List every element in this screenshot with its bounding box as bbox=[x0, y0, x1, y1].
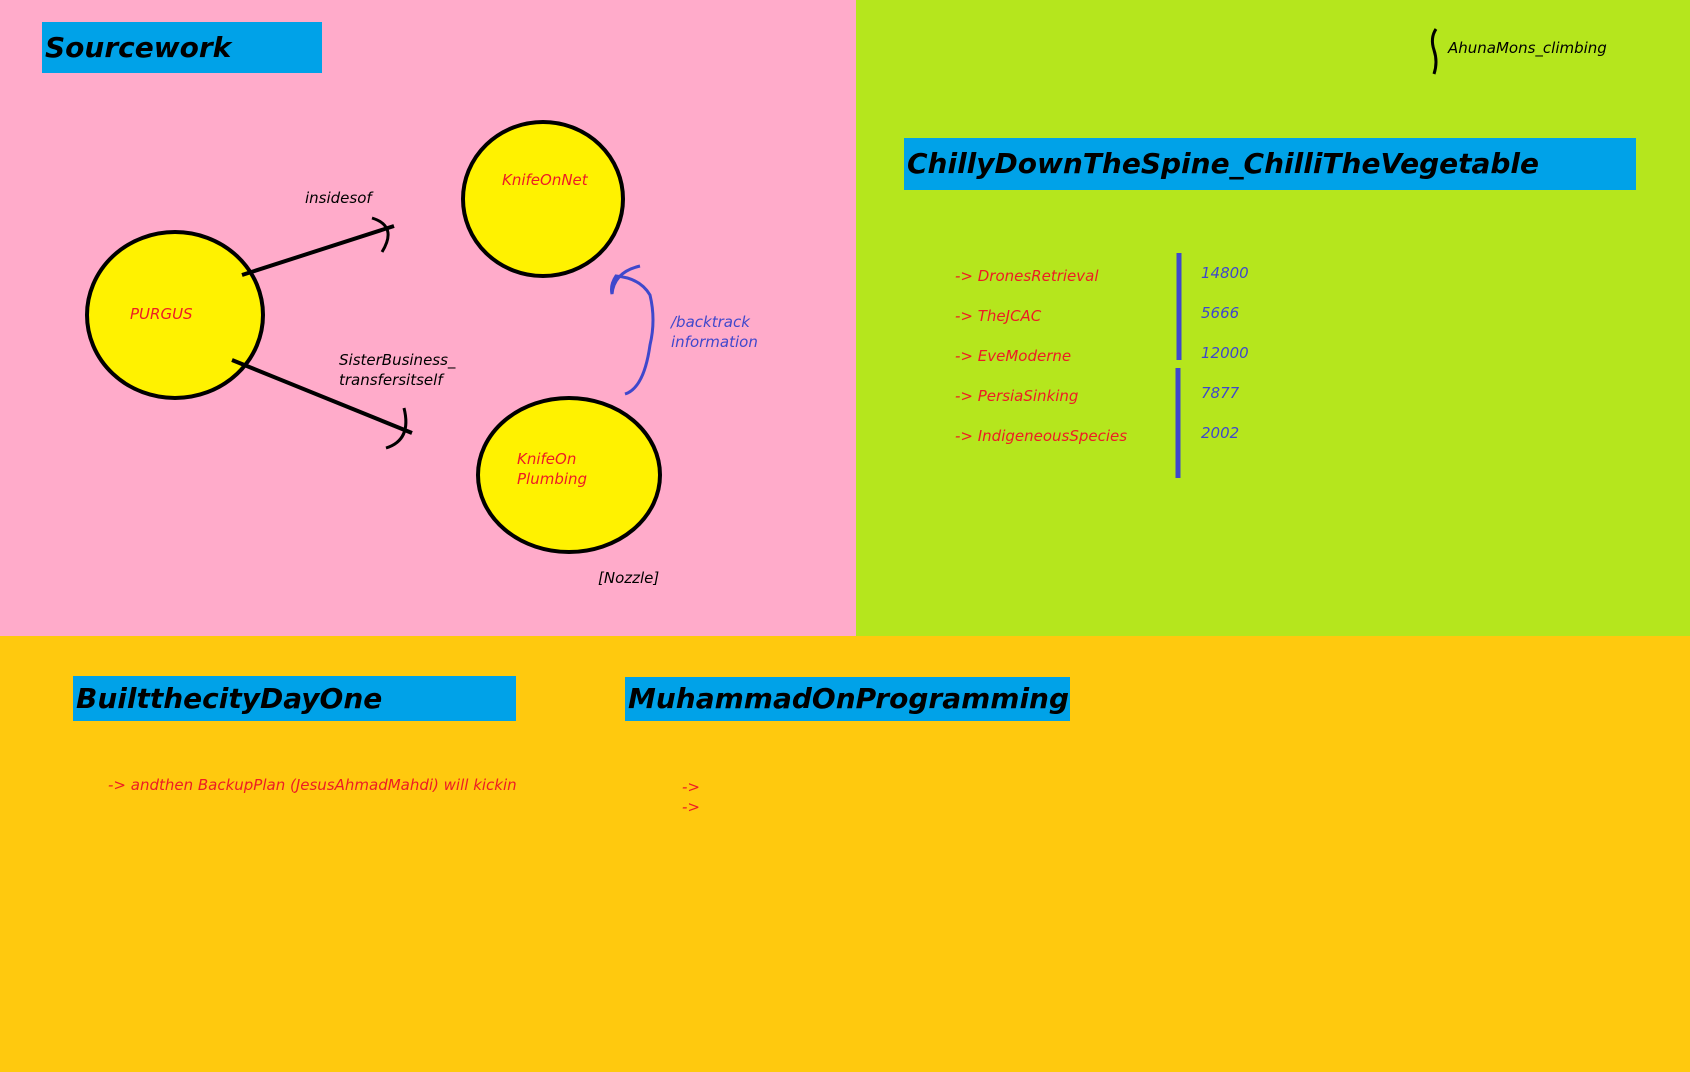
edge-backtrack-label-1: /backtrack bbox=[671, 313, 750, 331]
bottom-panel: BuiltthecityDayOne -> andthen BackupPlan… bbox=[0, 636, 1690, 1072]
edge-insidesof-label: insidesof bbox=[305, 189, 372, 207]
muhammad-bullet: -> bbox=[682, 798, 700, 816]
muhammad-bullet: -> bbox=[682, 778, 700, 796]
list-item-label: -> EveModerne bbox=[955, 347, 1072, 365]
edge-backtrack-curve bbox=[610, 264, 655, 396]
muhammad-title: MuhammadOnProgramming bbox=[625, 677, 1070, 721]
builtthecity-title: BuiltthecityDayOne bbox=[73, 676, 516, 721]
node-knife-on-plumbing-label-1: KnifeOn bbox=[517, 450, 577, 468]
list-item-label: -> PersiaSinking bbox=[955, 387, 1079, 405]
sourcework-panel: Sourcework PURGUS KnifeOnNet KnifeOn Plu… bbox=[0, 0, 856, 636]
list-item-value: 7877 bbox=[1201, 384, 1240, 402]
nozzle-label: [Nozzle] bbox=[598, 569, 660, 587]
node-knife-on-net-label: KnifeOnNet bbox=[502, 171, 588, 189]
list-item-value: 12000 bbox=[1201, 344, 1249, 362]
corner-bracket-mark bbox=[1430, 28, 1438, 75]
node-knife-on-net[interactable] bbox=[461, 120, 625, 278]
edge-sister-label-1: SisterBusiness_ bbox=[339, 351, 456, 369]
edge-backtrack-label-2: information bbox=[671, 333, 758, 351]
list-item-value: 2002 bbox=[1201, 424, 1240, 442]
list-item-value: 14800 bbox=[1201, 264, 1249, 282]
chilly-panel: AhunaMons_climbing ChillyDownTheSpine_Ch… bbox=[856, 0, 1690, 636]
list-item-label: -> DronesRetrieval bbox=[955, 267, 1099, 285]
edge-insidesof-arrowhead bbox=[371, 216, 390, 253]
node-purgus-label: PURGUS bbox=[130, 305, 193, 323]
node-knife-on-plumbing-label-2: Plumbing bbox=[517, 470, 588, 488]
list-item-label: -> IndigeneousSpecies bbox=[955, 427, 1128, 445]
edge-sister-label-2: transfersitself bbox=[339, 371, 443, 389]
list-item-label: -> TheJCAC bbox=[955, 307, 1042, 325]
edge-insidesof-arrow bbox=[241, 224, 395, 277]
corner-label: AhunaMons_climbing bbox=[1448, 39, 1607, 57]
list-item-value: 5666 bbox=[1201, 304, 1240, 322]
chilly-title: ChillyDownTheSpine_ChilliTheVegetable bbox=[904, 138, 1636, 190]
builtthecity-line: -> andthen BackupPlan (JesusAhmadMahdi) … bbox=[108, 776, 517, 794]
